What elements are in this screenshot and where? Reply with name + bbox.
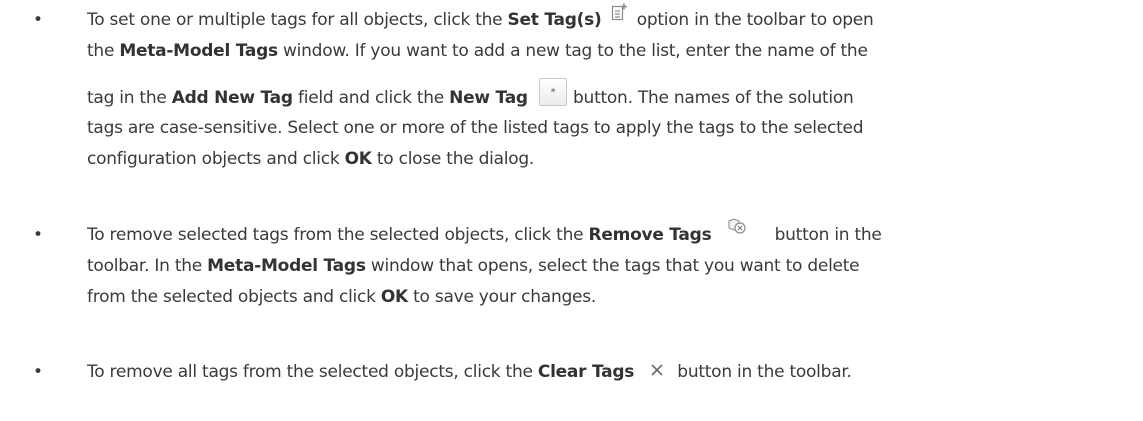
meta-model-tags-label: Meta-Model Tags [119,41,278,61]
bullet: • [33,225,44,245]
set-tag-icon [611,3,627,21]
bullet: • [33,10,44,30]
meta-model-tags-label: Meta-Model Tags [207,256,366,276]
ok-label: OK [344,149,372,169]
add-new-tag-label: Add New Tag [171,88,293,108]
remove-tags-label: Remove Tags [588,225,712,245]
text-line: To remove selected tags from the selecte… [87,218,882,248]
text-line: from the selected objects and click OK t… [87,287,597,307]
new-tag-label: New Tag [449,88,528,108]
text-line: tag in the Add New Tag field and click t… [87,78,854,112]
remove-tags-icon [727,217,747,235]
text-line: the Meta-Model Tags window. If you want … [87,41,868,61]
text-line: tags are case-sensitive. Select one or m… [87,118,864,138]
bullet: • [33,362,44,382]
text-line: toolbar. In the Meta-Model Tags window t… [87,256,860,276]
text-line: To set one or multiple tags for all obje… [87,3,874,33]
text-line: configuration objects and click OK to cl… [87,149,535,169]
clear-tags-label: Clear Tags [537,362,635,382]
clear-tags-icon [649,360,665,376]
star-icon: * [550,87,556,98]
new-tag-button-icon: * [539,78,567,106]
set-tags-label: Set Tag(s) [507,10,602,30]
text-line: To remove all tags from the selected obj… [87,360,852,382]
ok-label: OK [380,287,408,307]
